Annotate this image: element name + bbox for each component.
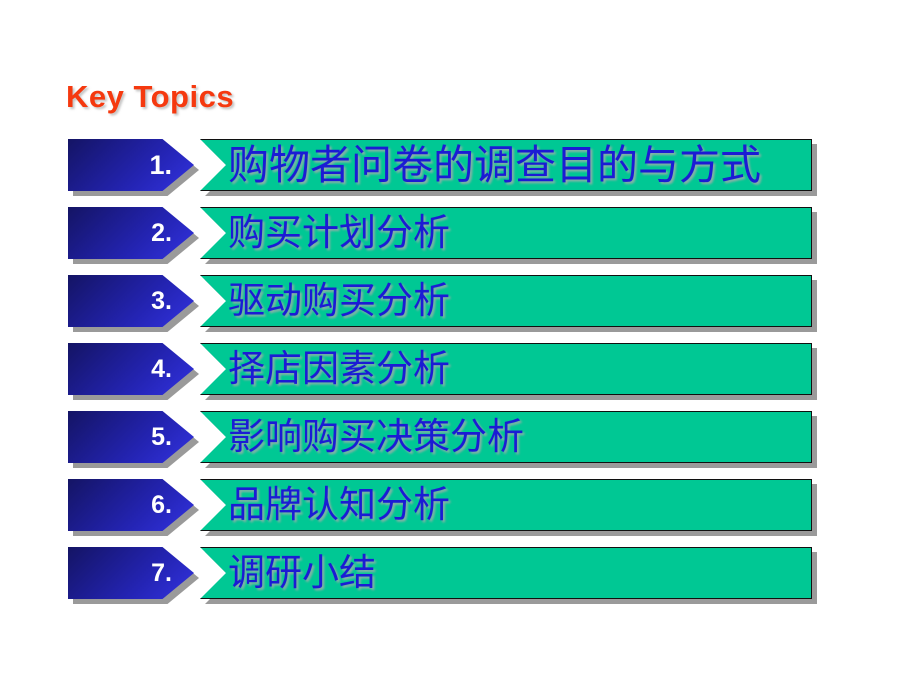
topic-bar[interactable] (200, 479, 812, 531)
topic-bar[interactable] (200, 547, 812, 599)
topic-bar[interactable] (200, 139, 812, 191)
topic-bar[interactable] (200, 275, 812, 327)
slide-canvas: Key Topics 1. 购物者问卷的调查目的与方式 2. 购买计划分析 3. 驱动购买… (0, 0, 920, 690)
topic-bar[interactable] (200, 343, 812, 395)
topic-row[interactable]: 3. 驱动购买分析 (64, 275, 817, 332)
topic-row[interactable]: 2. 购买计划分析 (64, 207, 817, 264)
topic-list: 1. 购物者问卷的调查目的与方式 2. 购买计划分析 3. 驱动购买分析 4. 择店因素分析 5… (0, 0, 920, 690)
topic-row[interactable]: 1. 购物者问卷的调查目的与方式 (64, 139, 817, 196)
topic-row[interactable]: 5. 影响购买决策分析 (64, 411, 817, 468)
topic-row[interactable]: 4. 择店因素分析 (64, 343, 817, 400)
topic-bar[interactable] (200, 207, 812, 259)
topic-bar[interactable] (200, 411, 812, 463)
topic-row[interactable]: 7. 调研小结 (64, 547, 817, 604)
topic-row[interactable]: 6. 品牌认知分析 (64, 479, 817, 536)
